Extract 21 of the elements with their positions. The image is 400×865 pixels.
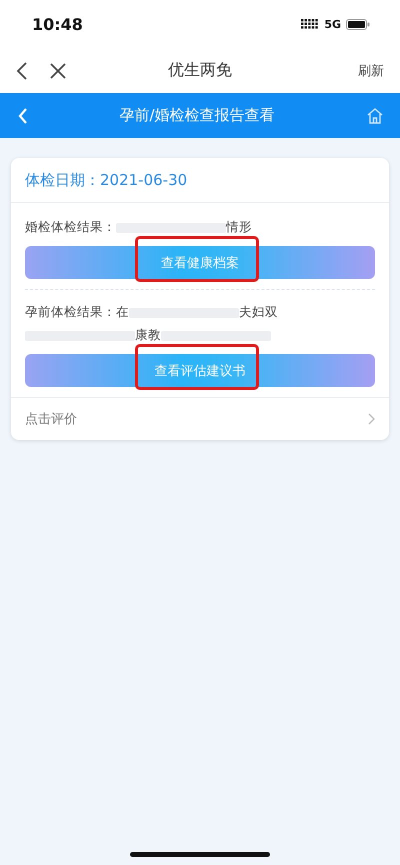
signal-icon [301,19,320,29]
rate-row[interactable]: 点击评价 [11,397,389,440]
status-time: 10:48 [32,14,83,34]
close-icon[interactable] [50,62,66,78]
gradient-button[interactable]: 查看健康档案 [25,246,375,279]
home-icon[interactable] [366,106,384,124]
result-text: 孕前体检结果：在 [25,304,129,319]
back-icon[interactable] [16,62,28,80]
gradient-button[interactable]: 查看评估建议书 [25,354,375,387]
result-text: 情形 [226,219,252,234]
page-title: 优生两免 [168,60,232,81]
chevron-icon [368,413,375,425]
header-title: 孕前/婚检检查报告查看 [119,106,275,125]
result-text: 康教 [135,327,161,342]
result-text: 婚检体检结果： [25,219,116,234]
network-label: 5G [324,18,341,30]
battery-icon [346,18,370,30]
refresh-button[interactable]: 刷新 [358,62,384,80]
exam-date: 体检日期：2021-06-30 [25,171,188,189]
result-text: 夫妇双 [239,304,278,319]
rate-link[interactable]: 点击评价 [25,410,77,428]
